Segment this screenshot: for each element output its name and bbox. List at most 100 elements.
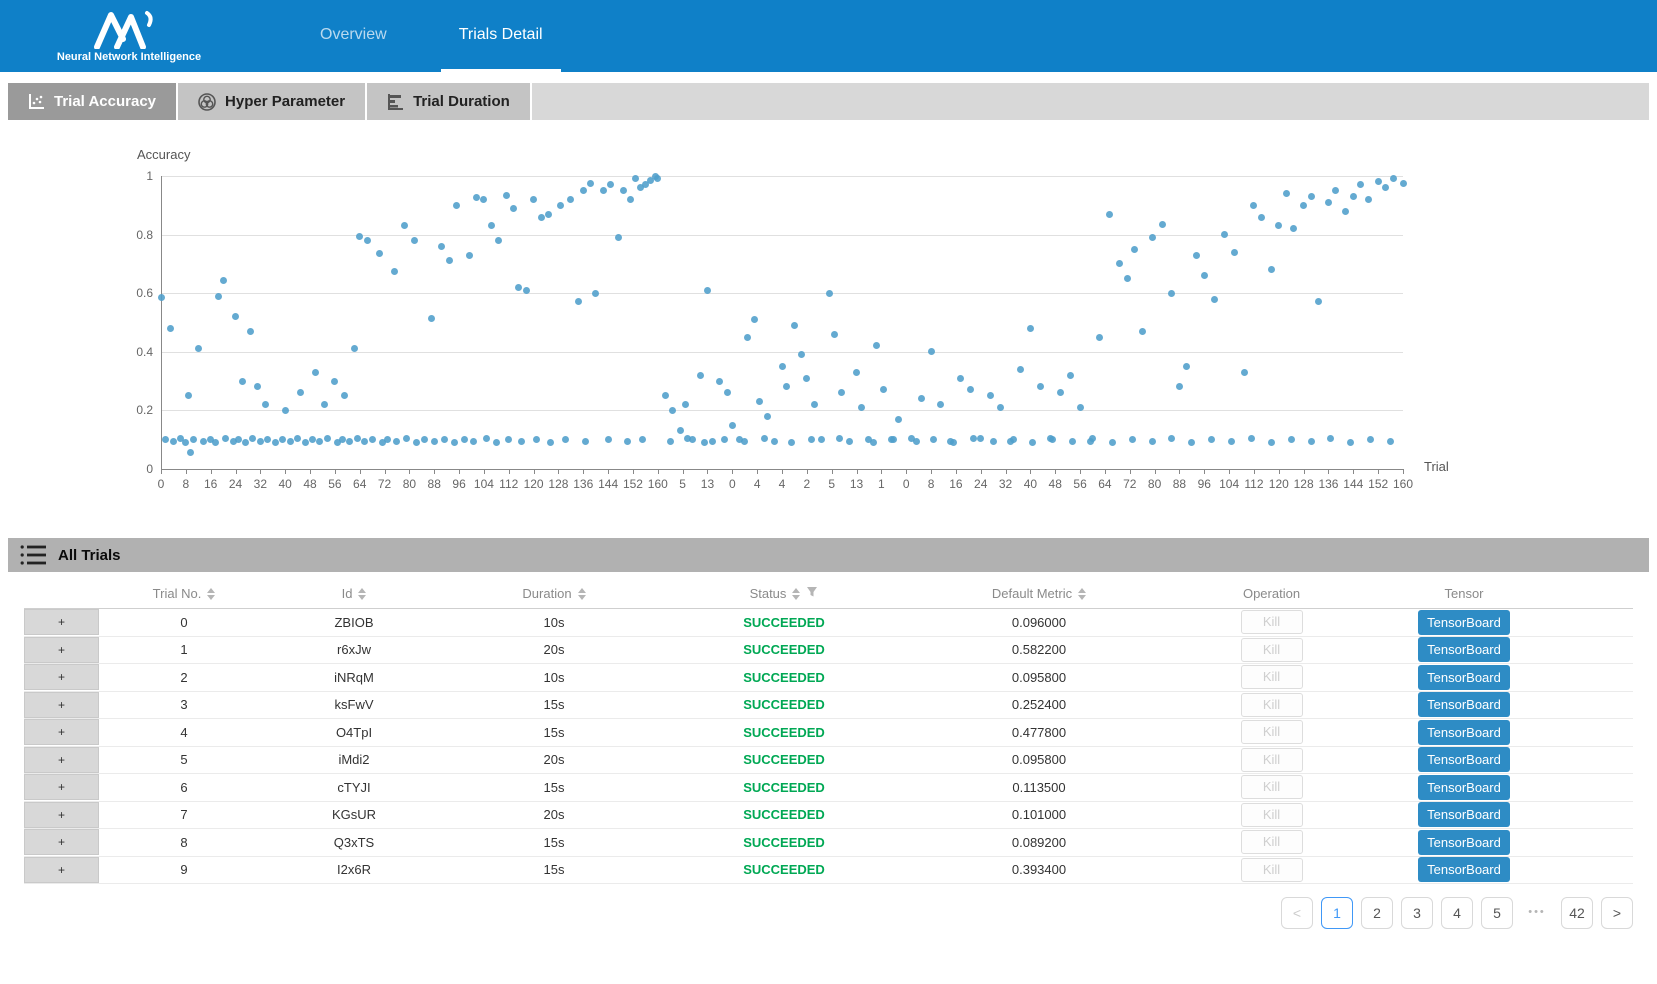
tensorboard-button[interactable]: TensorBoard (1418, 610, 1510, 635)
x-tick-mark (881, 469, 882, 474)
sort-icon[interactable] (792, 588, 800, 600)
tensorboard-button[interactable]: TensorBoard (1418, 830, 1510, 855)
scatter-point (729, 422, 736, 429)
kill-button[interactable]: Kill (1241, 693, 1303, 717)
scatter-point (483, 435, 490, 442)
chart-x-axis-title: Trial (1424, 459, 1449, 474)
tensorboard-button[interactable]: TensorBoard (1418, 775, 1510, 800)
page-button-42[interactable]: 42 (1561, 897, 1593, 929)
tensorboard-button[interactable]: TensorBoard (1418, 692, 1510, 717)
prev-page-button[interactable]: < (1281, 897, 1313, 929)
expand-row-button[interactable]: + (24, 802, 99, 828)
scatter-point (764, 413, 771, 420)
cell-id: r6xJw (269, 642, 439, 657)
kill-button[interactable]: Kill (1241, 775, 1303, 799)
scatter-point (1188, 439, 1195, 446)
tab-trials-detail[interactable]: Trials Detail (441, 0, 561, 72)
expand-row-button[interactable]: + (24, 747, 99, 773)
scatter-point (364, 237, 371, 244)
expand-row-button[interactable]: + (24, 774, 99, 800)
tab-overview[interactable]: Overview (302, 0, 405, 72)
tab-trial-accuracy[interactable]: Trial Accuracy (8, 83, 178, 120)
expand-row-button[interactable]: + (24, 609, 99, 635)
column-label: Id (342, 586, 353, 601)
cell-duration: 15s (439, 725, 669, 740)
scatter-point (533, 436, 540, 443)
x-tick-mark (534, 469, 535, 474)
kill-button[interactable]: Kill (1241, 858, 1303, 882)
scatter-point (1193, 252, 1200, 259)
kill-button[interactable]: Kill (1241, 748, 1303, 772)
scatter-point (587, 180, 594, 187)
cell-status: SUCCEEDED (669, 670, 899, 685)
scatter-point (751, 316, 758, 323)
kill-button[interactable]: Kill (1241, 665, 1303, 689)
gridline (161, 293, 1403, 294)
page-button-5[interactable]: 5 (1481, 897, 1513, 929)
expand-row-button[interactable]: + (24, 857, 99, 883)
tensorboard-button[interactable]: TensorBoard (1418, 857, 1510, 882)
y-tick-label: 0.4 (113, 345, 153, 359)
sort-icon[interactable] (207, 588, 215, 600)
tensorboard-button[interactable]: TensorBoard (1418, 637, 1510, 662)
kill-button[interactable]: Kill (1241, 610, 1303, 634)
cell-status: SUCCEEDED (669, 807, 899, 822)
kill-button[interactable]: Kill (1241, 803, 1303, 827)
scatter-point (413, 439, 420, 446)
sort-icon[interactable] (1078, 588, 1086, 600)
scatter-point (1183, 363, 1190, 370)
scatter-point (1347, 439, 1354, 446)
filter-icon[interactable] (806, 586, 818, 601)
page-button-2[interactable]: 2 (1361, 897, 1393, 929)
cell-id: O4TpI (269, 725, 439, 740)
column-header-status[interactable]: Status (669, 586, 899, 601)
page-ellipsis[interactable]: ••• (1521, 897, 1553, 929)
scatter-point (403, 435, 410, 442)
expand-row-button[interactable]: + (24, 664, 99, 690)
tab-trial-duration[interactable]: Trial Duration (367, 83, 532, 120)
tab-hyper-parameter[interactable]: Hyper Parameter (178, 83, 367, 120)
page-button-3[interactable]: 3 (1401, 897, 1433, 929)
expand-row-button[interactable]: + (24, 719, 99, 745)
kill-button[interactable]: Kill (1241, 830, 1303, 854)
tensorboard-button[interactable]: TensorBoard (1418, 747, 1510, 772)
scatter-point (1176, 383, 1183, 390)
tensorboard-button[interactable]: TensorBoard (1418, 802, 1510, 827)
x-tick-mark (807, 469, 808, 474)
scatter-point (600, 187, 607, 194)
scatter-point (470, 438, 477, 445)
page-button-4[interactable]: 4 (1441, 897, 1473, 929)
column-header-id[interactable]: Id (269, 586, 439, 601)
scatter-point (779, 363, 786, 370)
tensorboard-button[interactable]: TensorBoard (1418, 665, 1510, 690)
cell-trial_no: 7 (99, 807, 269, 822)
cell-tensor: TensorBoard (1364, 830, 1564, 855)
scatter-point (411, 237, 418, 244)
chart-y-axis-title: Accuracy (137, 147, 190, 162)
x-tick-mark (236, 469, 237, 474)
y-tick-label: 0.6 (113, 286, 153, 300)
scatter-point (1037, 383, 1044, 390)
scatter-point (803, 375, 810, 382)
sort-icon[interactable] (578, 588, 586, 600)
tensorboard-button[interactable]: TensorBoard (1418, 720, 1510, 745)
x-tick-mark (981, 469, 982, 474)
table-row: +3ksFwV15sSUCCEEDED0.252400KillTensorBoa… (24, 692, 1633, 720)
page-button-1[interactable]: 1 (1321, 897, 1353, 929)
scatter-point (441, 436, 448, 443)
next-page-button[interactable]: > (1601, 897, 1633, 929)
scatter-point (870, 439, 877, 446)
column-header-trial_no[interactable]: Trial No. (99, 586, 269, 601)
expand-row-button[interactable]: + (24, 829, 99, 855)
scatter-point (627, 196, 634, 203)
sort-icon[interactable] (358, 588, 366, 600)
expand-row-button[interactable]: + (24, 637, 99, 663)
kill-button[interactable]: Kill (1241, 720, 1303, 744)
column-header-duration[interactable]: Duration (439, 586, 669, 601)
scatter-point (1029, 439, 1036, 446)
scatter-point (1168, 435, 1175, 442)
expand-row-button[interactable]: + (24, 692, 99, 718)
kill-button[interactable]: Kill (1241, 638, 1303, 662)
cell-operation: Kill (1179, 610, 1364, 634)
column-header-default_metric[interactable]: Default Metric (899, 586, 1179, 601)
